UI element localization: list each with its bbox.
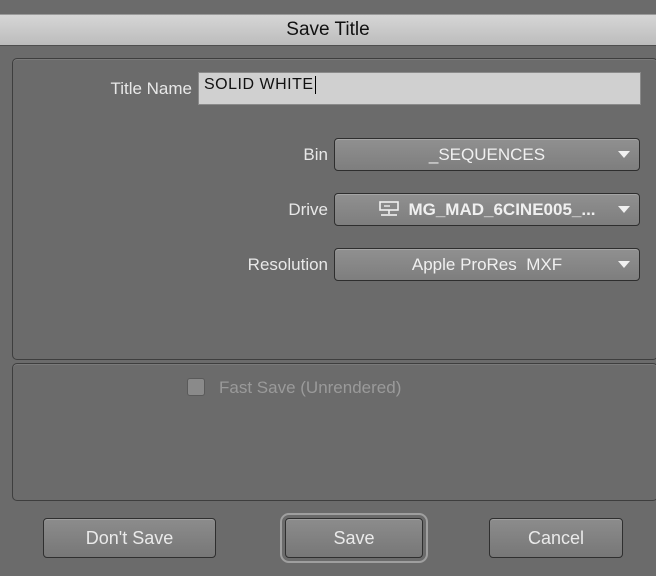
resolution-value: Apple ProRes MXF — [411, 255, 563, 274]
bin-label: Bin — [303, 145, 328, 164]
dialog-title: Save Title — [286, 19, 370, 40]
triangle-down-icon — [618, 206, 630, 213]
bin-select[interactable]: _SEQUENCES — [334, 138, 640, 171]
dialog-top-strip — [0, 0, 656, 14]
save-button[interactable]: Save — [280, 513, 428, 563]
dont-save-button[interactable]: Don't Save — [43, 518, 216, 558]
drive-value: MG_MAD_6CINE005_... — [408, 200, 596, 219]
drive-label: Drive — [288, 200, 328, 219]
triangle-down-icon — [618, 261, 630, 268]
bin-value: _SEQUENCES — [428, 145, 546, 164]
title-name-label: Title Name — [110, 79, 192, 98]
resolution-label: Resolution — [247, 255, 328, 274]
fast-save-checkbox[interactable] — [187, 378, 205, 396]
network-drive-icon — [379, 201, 400, 216]
drive-select[interactable]: MG_MAD_6CINE005_... — [334, 193, 640, 226]
fast-save-label: Fast Save (Unrendered) — [219, 378, 402, 397]
title-name-input[interactable]: SOLID WHITE — [198, 72, 641, 105]
text-caret — [314, 76, 316, 94]
resolution-select[interactable]: Apple ProRes MXF — [334, 248, 640, 281]
title-name-value: SOLID WHITE — [204, 76, 314, 94]
cancel-button[interactable]: Cancel — [489, 518, 623, 558]
dialog-title-bar[interactable]: Save Title — [0, 14, 656, 46]
triangle-down-icon — [618, 151, 630, 158]
